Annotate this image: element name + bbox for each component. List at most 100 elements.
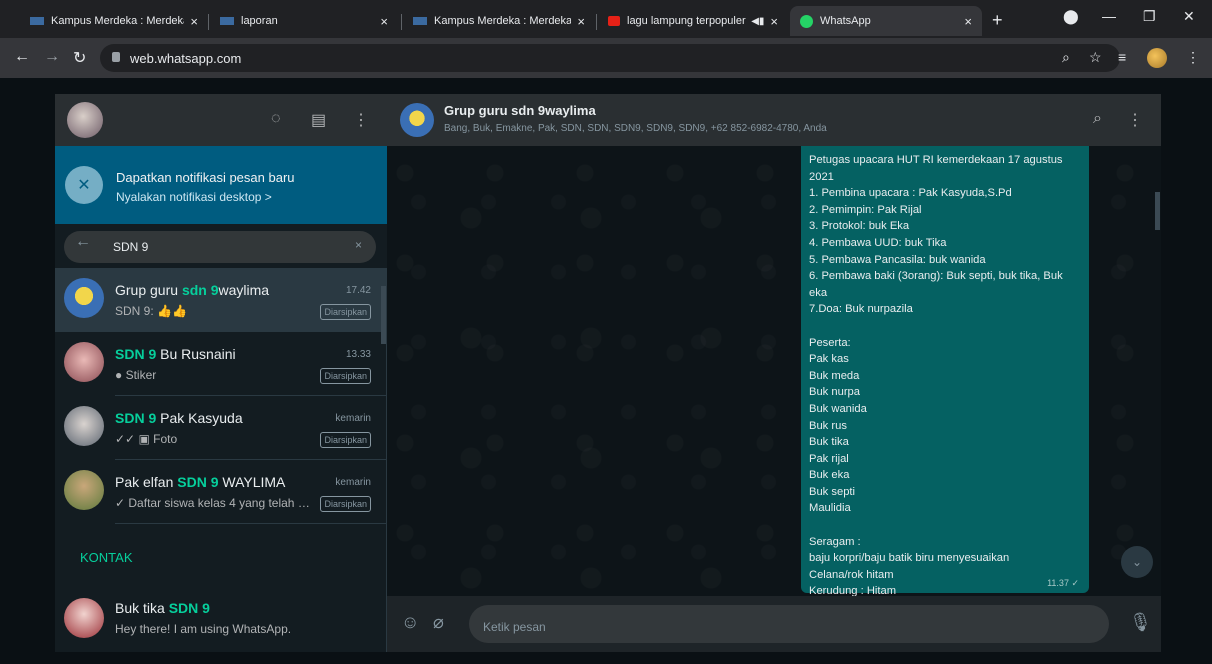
address-bar: ← → ↻ web.whatsapp.com ⌕ ☆ ≡ ⋮	[0, 38, 1212, 78]
laporan-favicon	[220, 17, 234, 25]
archived-badge: Diarsipkan	[320, 304, 371, 320]
zoom-icon[interactable]: ⌕	[1062, 49, 1070, 66]
maximize-icon[interactable]: ❐	[1143, 8, 1156, 25]
contact-item[interactable]: Buk tika SDN 9 Hey there! I am using Wha…	[55, 590, 387, 650]
notification-banner[interactable]: ✕ Dapatkan notifikasi pesan baru Nyalaka…	[55, 146, 387, 224]
conversation-scrollbar[interactable]	[1155, 192, 1160, 230]
contact-avatar	[64, 598, 104, 638]
browser-tab-1[interactable]: Kampus Merdeka : Merdeka I ×	[20, 6, 208, 36]
tab-close-icon[interactable]: ×	[190, 14, 198, 29]
status-icon[interactable]: ◌	[271, 110, 281, 128]
kampus-merdeka-favicon	[30, 17, 44, 25]
star-icon[interactable]: ☆	[1089, 49, 1102, 66]
emoji-icon[interactable]: ☺	[401, 612, 419, 633]
chat-name-suffix: Bu Rusnaini	[156, 346, 236, 362]
audio-playing-icon[interactable]: ◀▮	[751, 16, 764, 27]
omnibox[interactable]	[100, 44, 1120, 72]
kampus-merdeka-favicon	[413, 17, 427, 25]
tab-close-icon[interactable]: ×	[964, 14, 972, 29]
chat-time: kemarin	[335, 477, 371, 488]
new-tab-button[interactable]: +	[992, 10, 1003, 31]
back-arrow-icon[interactable]: ←	[75, 233, 91, 251]
enable-desktop-notifications-link[interactable]: Nyalakan notifikasi desktop >	[116, 190, 272, 204]
notification-title: Dapatkan notifikasi pesan baru	[116, 170, 295, 185]
chat-time: 13.33	[345, 349, 371, 360]
chat-preview: ✓✓ ▣ Foto	[115, 432, 178, 446]
search-value[interactable]: SDN 9	[113, 240, 148, 254]
group-avatar[interactable]	[400, 103, 434, 137]
chat-item[interactable]: Grup guru sdn 9waylima 17.42 SDN 9: 👍👍 D…	[55, 268, 387, 332]
chat-item[interactable]: Pak elfan SDN 9 WAYLIMA kemarin ✓ Daftar…	[55, 460, 387, 524]
contact-avatar	[64, 342, 104, 382]
tab-close-icon[interactable]: ×	[380, 14, 388, 29]
chat-name: SDN 9 Bu Rusnaini	[115, 346, 236, 362]
tab-search-icon[interactable]: ⬤	[1063, 8, 1079, 25]
chat-preview: ● Stiker	[115, 368, 157, 382]
search-input[interactable]	[64, 231, 376, 263]
group-name: Grup guru sdn 9waylima	[444, 103, 596, 118]
tab-close-icon[interactable]: ×	[577, 14, 585, 29]
chat-preview: ✓ Daftar siswa kelas 4 yang telah men...	[115, 496, 311, 510]
group-members: Bang, Buk, Emakne, Pak, SDN, SDN, SDN9, …	[444, 123, 827, 134]
url-text[interactable]: web.whatsapp.com	[130, 51, 241, 66]
user-avatar[interactable]	[67, 102, 103, 138]
tab-title: Kampus Merdeka : Merdeka I	[51, 15, 185, 27]
browser-tab-whatsapp[interactable]: WhatsApp ×	[790, 6, 982, 36]
archived-badge: Diarsipkan	[320, 496, 371, 512]
whatsapp-app: ◌ ▤ ⋮ ✕ Dapatkan notifikasi pesan baru N…	[55, 94, 1161, 652]
chat-name-suffix: Pak Kasyuda	[156, 410, 243, 426]
browser-tab-2[interactable]: laporan ×	[210, 6, 398, 36]
tab-title: WhatsApp	[820, 15, 871, 27]
clear-search-icon[interactable]: ×	[355, 238, 362, 252]
lock-icon[interactable]	[112, 52, 120, 62]
contact-avatar	[64, 470, 104, 510]
microphone-icon[interactable]: 🎙	[1129, 612, 1152, 633]
group-avatar	[64, 278, 104, 318]
media-icon[interactable]: ≡	[1118, 49, 1126, 65]
message-input[interactable]	[469, 605, 1109, 643]
profile-icon[interactable]	[1147, 48, 1167, 68]
contacts-section-label: KONTAK	[80, 550, 133, 565]
chat-time: kemarin	[335, 413, 371, 424]
scroll-down-icon[interactable]: ⌄	[1121, 546, 1153, 578]
browser-tab-4[interactable]: lagu lampung terpopuler ◀▮ ×	[598, 6, 788, 36]
attach-icon[interactable]: ⌀	[433, 612, 444, 633]
conversation-panel: Grup guru sdn 9waylima Bang, Buk, Emakne…	[387, 94, 1161, 652]
message-bubble[interactable]: Petugas upacara HUT RI kemerdekaan 17 ag…	[801, 146, 1089, 614]
chat-preview: SDN 9: 👍👍	[115, 304, 187, 318]
close-icon[interactable]: ✕	[1183, 8, 1195, 25]
contact-status: Hey there! I am using WhatsApp.	[115, 622, 292, 636]
message-area: Petugas upacara HUT RI kemerdekaan 17 ag…	[387, 146, 1161, 614]
sidebar-scrollbar[interactable]	[381, 286, 386, 344]
chat-name-highlight: SDN 9	[177, 474, 219, 490]
message-placeholder: Ketik pesan	[483, 620, 546, 634]
sidebar: ◌ ▤ ⋮ ✕ Dapatkan notifikasi pesan baru N…	[55, 94, 387, 652]
search-icon[interactable]: ⌕	[1093, 110, 1102, 128]
chat-item[interactable]: SDN 9 Bu Rusnaini 13.33 ● Stiker Diarsip…	[55, 332, 387, 396]
chat-time: 17.42	[345, 285, 371, 296]
tab-close-icon[interactable]: ×	[770, 14, 778, 29]
minimize-icon[interactable]: —	[1102, 8, 1116, 24]
chat-name-highlight: SDN 9	[115, 410, 157, 426]
menu-icon[interactable]: ⋮	[1186, 49, 1200, 66]
menu-icon[interactable]: ⋮	[1127, 110, 1143, 130]
reload-icon[interactable]: ↻	[73, 48, 86, 68]
tab-title: laporan	[241, 15, 278, 27]
tab-title: Kampus Merdeka : Merdeka I	[434, 15, 572, 27]
back-icon[interactable]: ←	[14, 48, 30, 66]
forward-icon[interactable]: →	[44, 48, 60, 66]
tab-separator	[208, 14, 209, 30]
browser-tab-3[interactable]: Kampus Merdeka : Merdeka I ×	[403, 6, 595, 36]
tab-separator	[596, 14, 597, 30]
browser-tab-bar: Kampus Merdeka : Merdeka I × laporan × K…	[0, 0, 1212, 38]
chat-name: Pak elfan SDN 9 WAYLIMA	[115, 474, 285, 490]
search-area: ← SDN 9 ×	[55, 224, 387, 268]
chat-item[interactable]: SDN 9 Pak Kasyuda kemarin ✓✓ ▣ Foto Diar…	[55, 396, 387, 460]
new-chat-icon[interactable]: ▤	[311, 110, 326, 130]
conversation-header[interactable]: Grup guru sdn 9waylima Bang, Buk, Emakne…	[387, 94, 1161, 146]
chat-name: SDN 9 Pak Kasyuda	[115, 410, 243, 426]
chat-name-prefix: Grup guru	[115, 282, 182, 298]
menu-icon[interactable]: ⋮	[353, 110, 369, 130]
whatsapp-favicon	[800, 14, 813, 28]
tab-title: lagu lampung terpopuler	[627, 15, 746, 27]
